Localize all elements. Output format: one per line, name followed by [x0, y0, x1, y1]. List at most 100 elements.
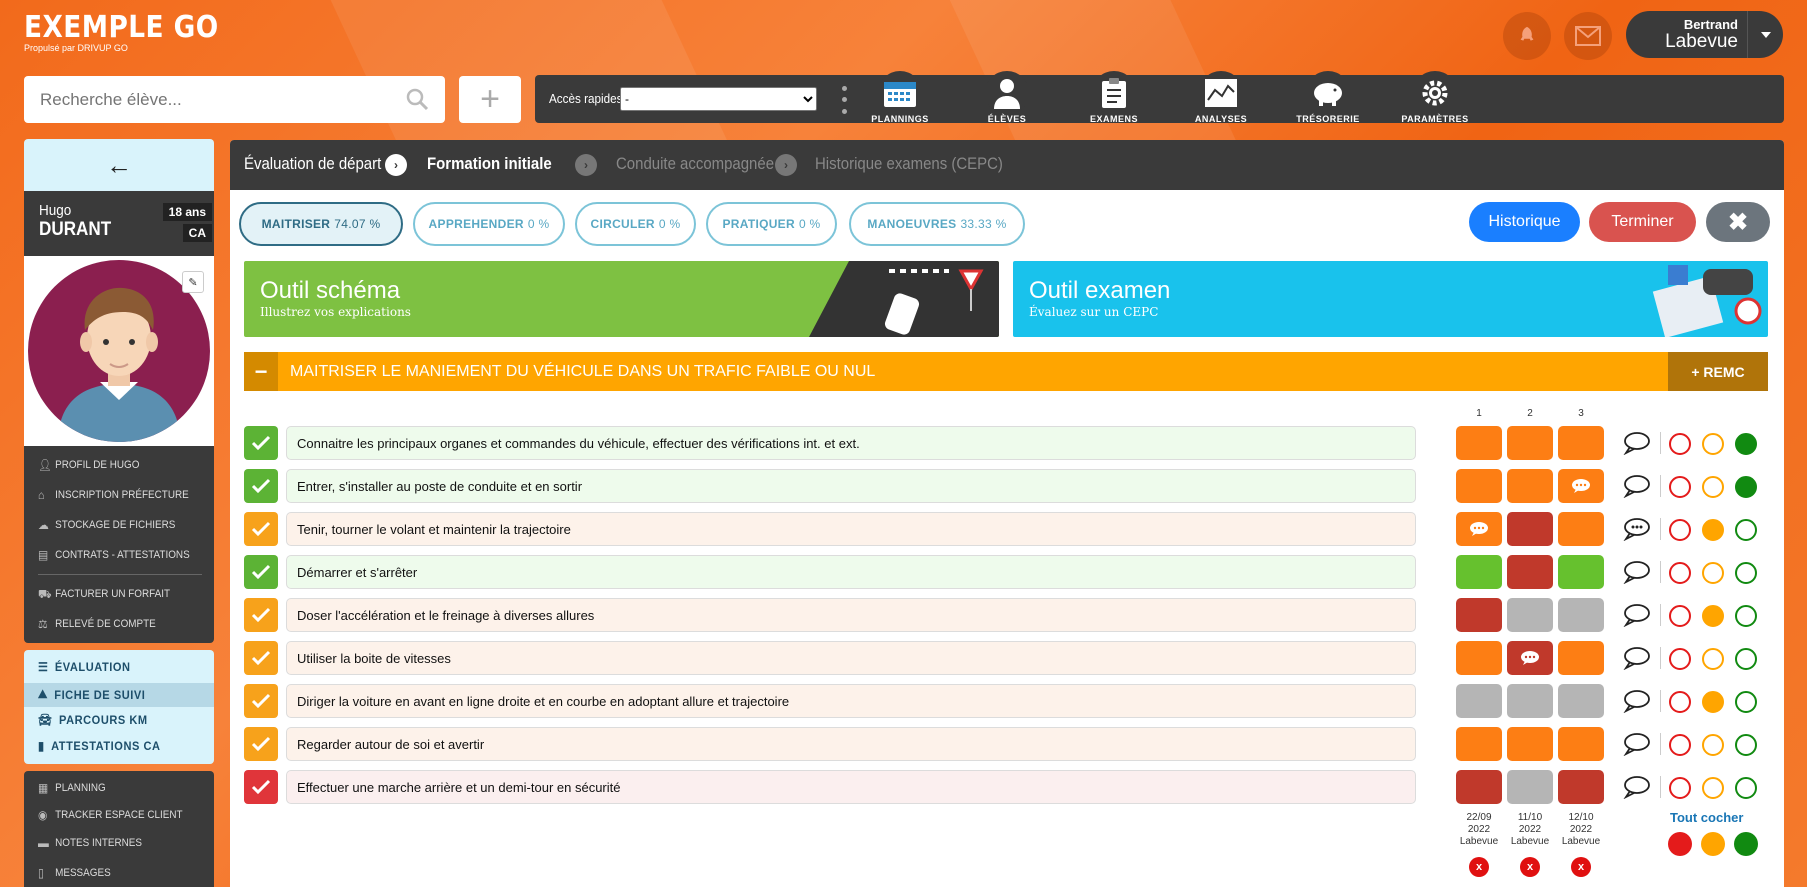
level-green-radio[interactable] [1735, 519, 1757, 541]
evaluation-cell[interactable] [1507, 555, 1553, 589]
menu-stockage[interactable]: ☁ STOCKAGE DE FICHIERS [38, 519, 175, 531]
nav-examens[interactable]: EXAMENS [1074, 71, 1154, 124]
evaluation-cell[interactable] [1558, 426, 1604, 460]
mail-button[interactable] [1564, 12, 1612, 60]
evaluation-cell[interactable] [1507, 770, 1553, 804]
evaluation-cell[interactable] [1456, 469, 1502, 503]
level-red-radio[interactable] [1669, 648, 1691, 670]
evaluation-cell[interactable] [1558, 598, 1604, 632]
remc-button[interactable]: + REMC [1668, 352, 1768, 391]
evaluation-cell[interactable] [1558, 684, 1604, 718]
nav-parametres[interactable]: PARAMÈTRES [1395, 71, 1475, 124]
collapse-button[interactable]: − [244, 352, 278, 391]
level-red-radio[interactable] [1669, 476, 1691, 498]
tab-apprehender[interactable]: APPREHENDER 0 % [413, 202, 565, 246]
level-red-radio[interactable] [1669, 777, 1691, 799]
level-orange-radio[interactable] [1702, 777, 1724, 799]
historique-button[interactable]: Historique [1469, 202, 1580, 242]
level-red-radio[interactable] [1669, 519, 1691, 541]
step-evaluation-depart[interactable]: Évaluation de départ [244, 154, 381, 174]
brand-logo[interactable]: EXEMPLE GO Propulsé par DRIVUP GO [24, 10, 245, 53]
nav-analyses[interactable]: ANALYSES [1181, 71, 1261, 124]
level-red-radio[interactable] [1669, 605, 1691, 627]
tout-cocher-label[interactable]: Tout cocher [1670, 810, 1743, 825]
evaluation-cell[interactable] [1456, 512, 1502, 546]
menu-evaluation[interactable]: ☰ ÉVALUATION [38, 660, 131, 674]
level-orange-radio[interactable] [1702, 519, 1724, 541]
evaluation-cell[interactable] [1507, 684, 1553, 718]
evaluation-cell[interactable] [1456, 426, 1502, 460]
nav-eleves[interactable]: ÉLÈVES [967, 71, 1047, 124]
search-icon[interactable] [405, 87, 429, 111]
level-orange-radio[interactable] [1702, 691, 1724, 713]
close-button[interactable]: ✖ [1706, 202, 1770, 242]
evaluation-cell[interactable] [1456, 641, 1502, 675]
check-icon[interactable] [244, 641, 278, 675]
menu-profil[interactable]: 👤︎ PROFIL DE HUGO [38, 459, 139, 471]
tab-circuler[interactable]: CIRCULER 0 % [575, 202, 696, 246]
evaluation-cell[interactable] [1456, 555, 1502, 589]
check-all-orange[interactable] [1701, 832, 1725, 856]
check-icon[interactable] [244, 426, 278, 460]
evaluation-cell[interactable] [1507, 727, 1553, 761]
check-all-red[interactable] [1668, 832, 1692, 856]
terminer-button[interactable]: Terminer [1589, 202, 1696, 242]
delete-session-button[interactable]: x [1571, 857, 1591, 877]
delete-session-button[interactable]: x [1520, 857, 1540, 877]
menu-facturer[interactable]: ⛟ FACTURER UN FORFAIT [38, 588, 170, 600]
menu-fiche-suivi[interactable]: ⛰ FICHE DE SUIVI [38, 687, 145, 702]
menu-messages[interactable]: ▯ MESSAGES [38, 867, 111, 879]
rocket-button[interactable] [1503, 12, 1551, 60]
menu-planning[interactable]: ▦ PLANNING [38, 782, 106, 794]
check-icon[interactable] [244, 469, 278, 503]
level-green-radio[interactable] [1735, 691, 1757, 713]
level-orange-radio[interactable] [1702, 605, 1724, 627]
evaluation-cell[interactable] [1507, 426, 1553, 460]
back-button[interactable]: ← [24, 139, 214, 191]
evaluation-cell[interactable] [1507, 641, 1553, 675]
comment-icon[interactable] [1623, 474, 1651, 498]
evaluation-cell[interactable] [1558, 641, 1604, 675]
menu-attestations-ca[interactable]: ▮ ATTESTATIONS CA [38, 739, 161, 753]
delete-session-button[interactable]: x [1469, 857, 1489, 877]
caret-down-icon[interactable] [1747, 11, 1783, 58]
evaluation-cell[interactable] [1558, 512, 1604, 546]
comment-icon[interactable] [1623, 517, 1651, 541]
quick-access-select[interactable]: - [620, 87, 817, 111]
level-orange-radio[interactable] [1702, 734, 1724, 756]
level-red-radio[interactable] [1669, 734, 1691, 756]
outil-examen-banner[interactable]: Outil examen Évaluez sur un CEPC [1013, 261, 1768, 337]
edit-photo-button[interactable]: ✎ [182, 271, 204, 293]
level-green-radio[interactable] [1735, 648, 1757, 670]
evaluation-cell[interactable] [1507, 512, 1553, 546]
menu-releve[interactable]: ⚖ RELEVÉ DE COMPTE [38, 618, 156, 630]
outil-schema-banner[interactable]: Outil schéma Illustrez vos explications [244, 261, 999, 337]
level-orange-radio[interactable] [1702, 433, 1724, 455]
check-icon[interactable] [244, 512, 278, 546]
tab-pratiquer[interactable]: PRATIQUER 0 % [706, 202, 837, 246]
menu-contrats[interactable]: ▤ CONTRATS - ATTESTATIONS [38, 549, 190, 561]
step-formation-initiale[interactable]: Formation initiale [427, 154, 552, 174]
menu-inscription[interactable]: ⌂ INSCRIPTION PRÉFECTURE [38, 489, 189, 501]
evaluation-cell[interactable] [1558, 555, 1604, 589]
check-icon[interactable] [244, 555, 278, 589]
add-student-button[interactable]: + [459, 76, 521, 123]
user-menu[interactable]: Bertrand Labevue [1626, 11, 1783, 58]
check-icon[interactable] [244, 727, 278, 761]
comment-icon[interactable] [1623, 431, 1651, 455]
level-red-radio[interactable] [1669, 691, 1691, 713]
level-green-radio[interactable] [1735, 433, 1757, 455]
check-all-green[interactable] [1734, 832, 1758, 856]
comment-icon[interactable] [1623, 732, 1651, 756]
menu-tracker[interactable]: ◉ TRACKER ESPACE CLIENT [38, 809, 183, 821]
level-green-radio[interactable] [1735, 562, 1757, 584]
student-search-input[interactable] [24, 76, 445, 123]
level-orange-radio[interactable] [1702, 648, 1724, 670]
evaluation-cell[interactable] [1558, 469, 1604, 503]
level-orange-radio[interactable] [1702, 562, 1724, 584]
level-green-radio[interactable] [1735, 734, 1757, 756]
comment-icon[interactable] [1623, 689, 1651, 713]
comment-icon[interactable] [1623, 775, 1651, 799]
menu-parcours-km[interactable]: 🚘︎ PARCOURS KM [38, 713, 148, 727]
nav-tresorerie[interactable]: TRÉSORERIE [1288, 71, 1368, 124]
